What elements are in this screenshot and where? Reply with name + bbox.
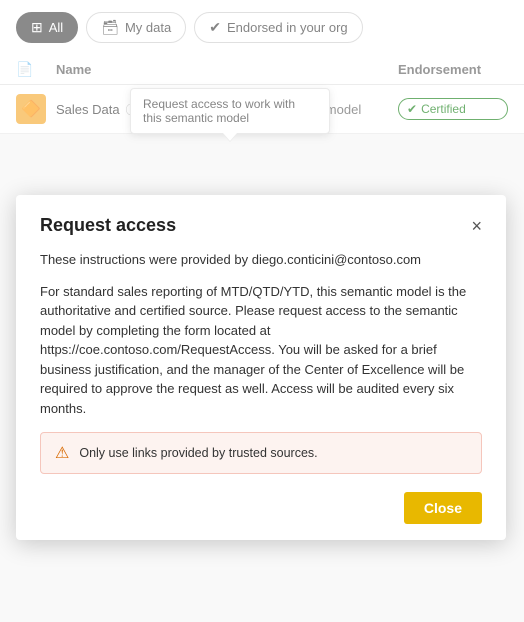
modal-warning-banner: ⚠ Only use links provided by trusted sou… (40, 432, 482, 474)
warning-text: Only use links provided by trusted sourc… (79, 446, 317, 460)
close-button[interactable]: Close (404, 492, 482, 524)
modal-body: These instructions were provided by dieg… (40, 250, 482, 418)
modal-overlay: Request access × These instructions were… (0, 0, 524, 622)
request-access-modal: Request access × These instructions were… (16, 195, 506, 540)
modal-title: Request access (40, 215, 176, 236)
modal-close-x-button[interactable]: × (471, 217, 482, 235)
modal-footer: Close (40, 488, 482, 524)
modal-body-p2: For standard sales reporting of MTD/QTD/… (40, 282, 482, 419)
modal-body-p1: These instructions were provided by dieg… (40, 250, 482, 270)
warning-icon: ⚠ (55, 443, 69, 463)
modal-header: Request access × (40, 215, 482, 236)
